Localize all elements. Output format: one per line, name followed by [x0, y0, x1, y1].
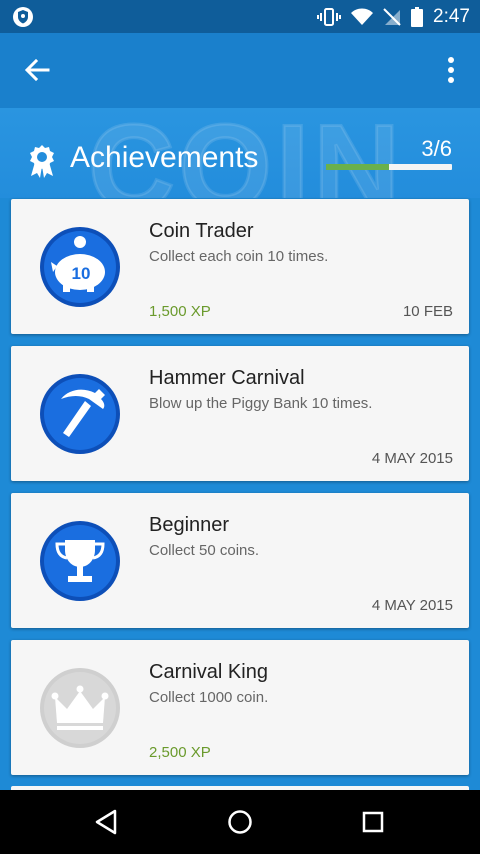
achievements-header: COIN Achievements 3/6 — [0, 108, 480, 198]
nav-back-button[interactable] — [88, 804, 124, 840]
status-time: 2:47 — [433, 6, 470, 27]
nav-recents-icon — [362, 811, 384, 833]
achievement-card[interactable]: Carnival King Collect 1000 coin. 2,500 X… — [11, 640, 469, 775]
achievement-title: Coin Trader — [149, 220, 254, 242]
achievement-title: Carnival King — [149, 661, 268, 683]
achievement-date: 4 MAY 2015 — [371, 450, 453, 467]
achievement-progress-fill — [326, 164, 389, 170]
arrow-back-icon — [24, 59, 50, 81]
vibrate-icon — [317, 8, 342, 26]
wifi-icon — [351, 8, 374, 25]
page-title: Achievements — [70, 141, 259, 174]
crown-icon — [40, 668, 120, 748]
vpn-shield-icon — [13, 7, 33, 27]
achievement-description: Collect 1000 coin. — [149, 689, 269, 706]
achievement-description: Collect 50 coins. — [149, 542, 260, 559]
no-signal-icon — [383, 8, 401, 26]
trophy-icon — [40, 521, 120, 601]
achievement-title: Hammer Carnival — [149, 367, 305, 389]
nav-back-icon — [95, 809, 117, 835]
award-ribbon-icon — [30, 145, 54, 178]
achievement-description: Collect each coin 10 times. — [149, 248, 329, 265]
more-vert-icon — [448, 57, 454, 83]
app-bar — [0, 33, 480, 108]
nav-home-icon — [228, 810, 252, 834]
piggy-bank-10-icon: 10 — [40, 227, 120, 307]
achievement-progress-bar — [326, 164, 452, 170]
achievement-xp: 1,500 XP — [149, 303, 211, 320]
system-navigation-bar — [0, 790, 480, 854]
achievement-title: Beginner — [149, 514, 230, 536]
battery-icon — [411, 7, 424, 27]
achievement-progress-count: 3/6 — [421, 136, 452, 161]
achievement-card[interactable]: 10 Coin Trader Collect each coin 10 time… — [11, 199, 469, 334]
back-button[interactable] — [18, 51, 56, 89]
badge-number: 10 — [72, 264, 91, 283]
achievement-xp: 2,500 XP — [149, 744, 211, 761]
overflow-menu-button[interactable] — [436, 51, 466, 89]
achievement-card[interactable]: Beginner Collect 50 coins. 4 MAY 2015 — [11, 493, 469, 628]
achievement-card[interactable]: Hammer Carnival Blow up the Piggy Bank 1… — [11, 346, 469, 481]
status-bar: 2:47 — [0, 0, 480, 33]
achievement-date: 10 FEB — [402, 303, 453, 320]
nav-home-button[interactable] — [222, 804, 258, 840]
hammer-icon — [40, 374, 120, 454]
achievement-date: 4 MAY 2015 — [371, 597, 453, 614]
achievement-description: Blow up the Piggy Bank 10 times. — [149, 395, 373, 412]
nav-recents-button[interactable] — [355, 804, 391, 840]
